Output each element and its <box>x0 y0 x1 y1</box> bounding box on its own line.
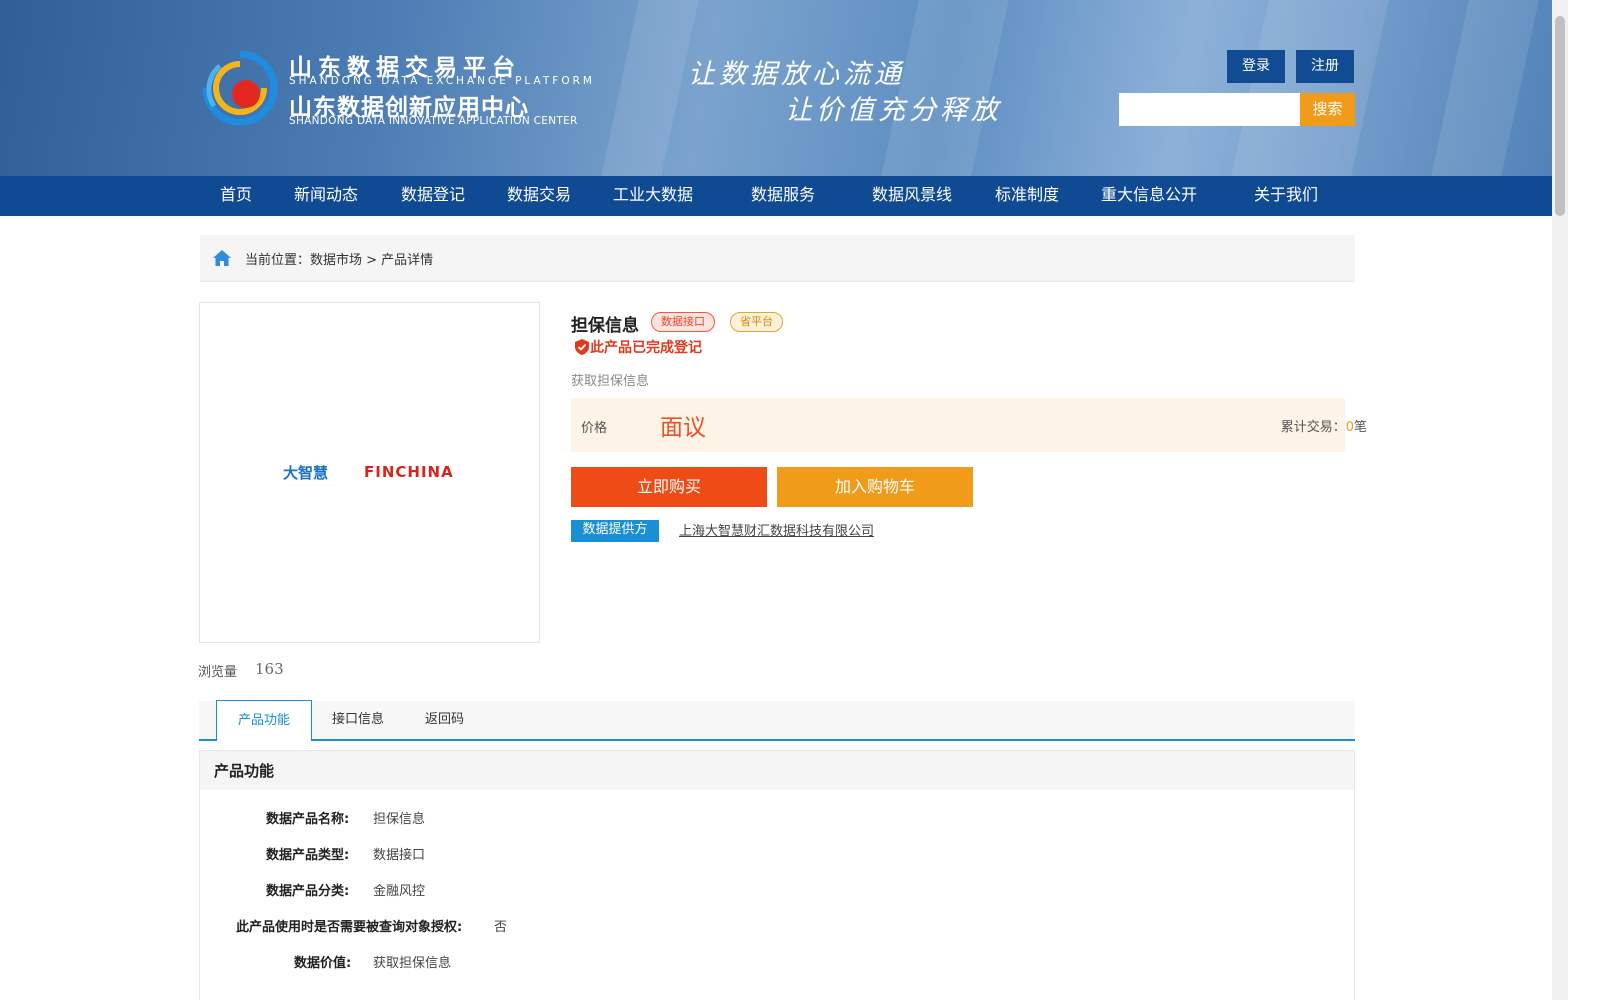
views-label: 浏览量 <box>198 665 238 680</box>
nav-item-industrial-big-data[interactable]: 工业大数据 <box>613 176 693 216</box>
nav-item-about-us[interactable]: 关于我们 <box>1254 176 1318 216</box>
detail-value-name: 担保信息 <box>373 812 426 827</box>
provider-link[interactable]: 上海大智慧财汇数据科技有限公司 <box>679 520 874 539</box>
search-button[interactable]: 搜索 <box>1300 93 1355 126</box>
detail-label-name: 数据产品名称: <box>266 812 350 827</box>
breadcrumb-text: 当前位置：数据市场 > 产品详情 <box>245 249 433 268</box>
trade-count: 累计交易：0笔 <box>1281 416 1367 435</box>
verified-shield-icon <box>575 339 589 355</box>
product-type-tag: 数据接口 <box>651 312 715 332</box>
slogan-line-1: 让数据放心流通 <box>688 59 905 90</box>
nav-item-data-landscape[interactable]: 数据风景线 <box>872 176 952 216</box>
login-button[interactable]: 登录 <box>1227 50 1285 83</box>
nav-item-data-services[interactable]: 数据服务 <box>751 176 815 216</box>
detail-panel-header <box>200 751 1354 790</box>
header-decoration <box>601 0 699 176</box>
trade-label: 累计交易： <box>1280 420 1346 435</box>
provider-label-badge: 数据提供方 <box>571 520 659 542</box>
detail-panel-title: 产品功能 <box>214 762 275 780</box>
nav-item-major-disclosure[interactable]: 重大信息公开 <box>1101 176 1197 216</box>
trade-number: 0 <box>1345 420 1354 435</box>
detail-label-category: 数据产品分类: <box>266 884 350 899</box>
detail-label-value: 数据价值: <box>294 956 352 971</box>
nav-item-data-trading[interactable]: 数据交易 <box>507 176 571 216</box>
detail-value-category: 金融风控 <box>373 884 426 899</box>
scrollbar-thumb[interactable] <box>1555 16 1565 216</box>
nav-item-data-registration[interactable]: 数据登记 <box>401 176 465 216</box>
platform-tag: 省平台 <box>730 312 783 332</box>
buy-now-button[interactable]: 立即购买 <box>571 467 767 507</box>
platform-logo-icon[interactable] <box>200 48 280 128</box>
tab-interface-info[interactable]: 接口信息 <box>332 701 384 739</box>
detail-value-type: 数据接口 <box>373 848 426 863</box>
breadcrumb-prefix: 当前位置： <box>245 253 311 268</box>
header-decoration <box>1231 0 1389 176</box>
views-count: 163 <box>255 660 284 678</box>
nav-item-home[interactable]: 首页 <box>220 176 252 216</box>
search-input[interactable] <box>1119 93 1300 126</box>
provider-logo-finchina: FINCHINA <box>364 463 454 481</box>
detail-label-authorization: 此产品使用时是否需要被查询对象授权: <box>236 920 463 935</box>
price-value: 面议 <box>660 415 706 441</box>
breadcrumb-path[interactable]: 数据市场 > 产品详情 <box>310 253 433 268</box>
trade-unit: 笔 <box>1353 420 1367 435</box>
price-label: 价格 <box>581 421 608 436</box>
detail-value-value: 获取担保信息 <box>373 956 452 971</box>
detail-value-authorization: 否 <box>494 920 508 935</box>
product-description: 获取担保信息 <box>571 374 650 389</box>
logo-subtitle-en: SHANDONG DATA INNOVATIVE APPLICATION CEN… <box>289 115 578 127</box>
header-decoration <box>1431 0 1539 176</box>
nav-item-news[interactable]: 新闻动态 <box>294 176 358 216</box>
detail-label-type: 数据产品类型: <box>266 848 350 863</box>
main-nav: 首页 新闻动态 数据登记 数据交易 工业大数据 数据服务 数据风景线 标准制度 … <box>0 176 1568 216</box>
registration-status: 此产品已完成登记 <box>590 340 702 356</box>
nav-item-standards[interactable]: 标准制度 <box>995 176 1059 216</box>
add-to-cart-button[interactable]: 加入购物车 <box>777 467 973 507</box>
slogan-line-2: 让价值充分释放 <box>785 95 1002 126</box>
register-button[interactable]: 注册 <box>1296 50 1354 83</box>
tab-return-codes[interactable]: 返回码 <box>425 701 464 739</box>
logo-title-en: SHANDONG DATA EXCHANGE PLATFORM <box>289 75 595 87</box>
tab-product-function[interactable]: 产品功能 <box>216 700 312 741</box>
product-title: 担保信息 <box>571 316 639 336</box>
home-icon[interactable] <box>213 250 231 266</box>
provider-logo-dzh: 大智慧 <box>283 464 329 482</box>
